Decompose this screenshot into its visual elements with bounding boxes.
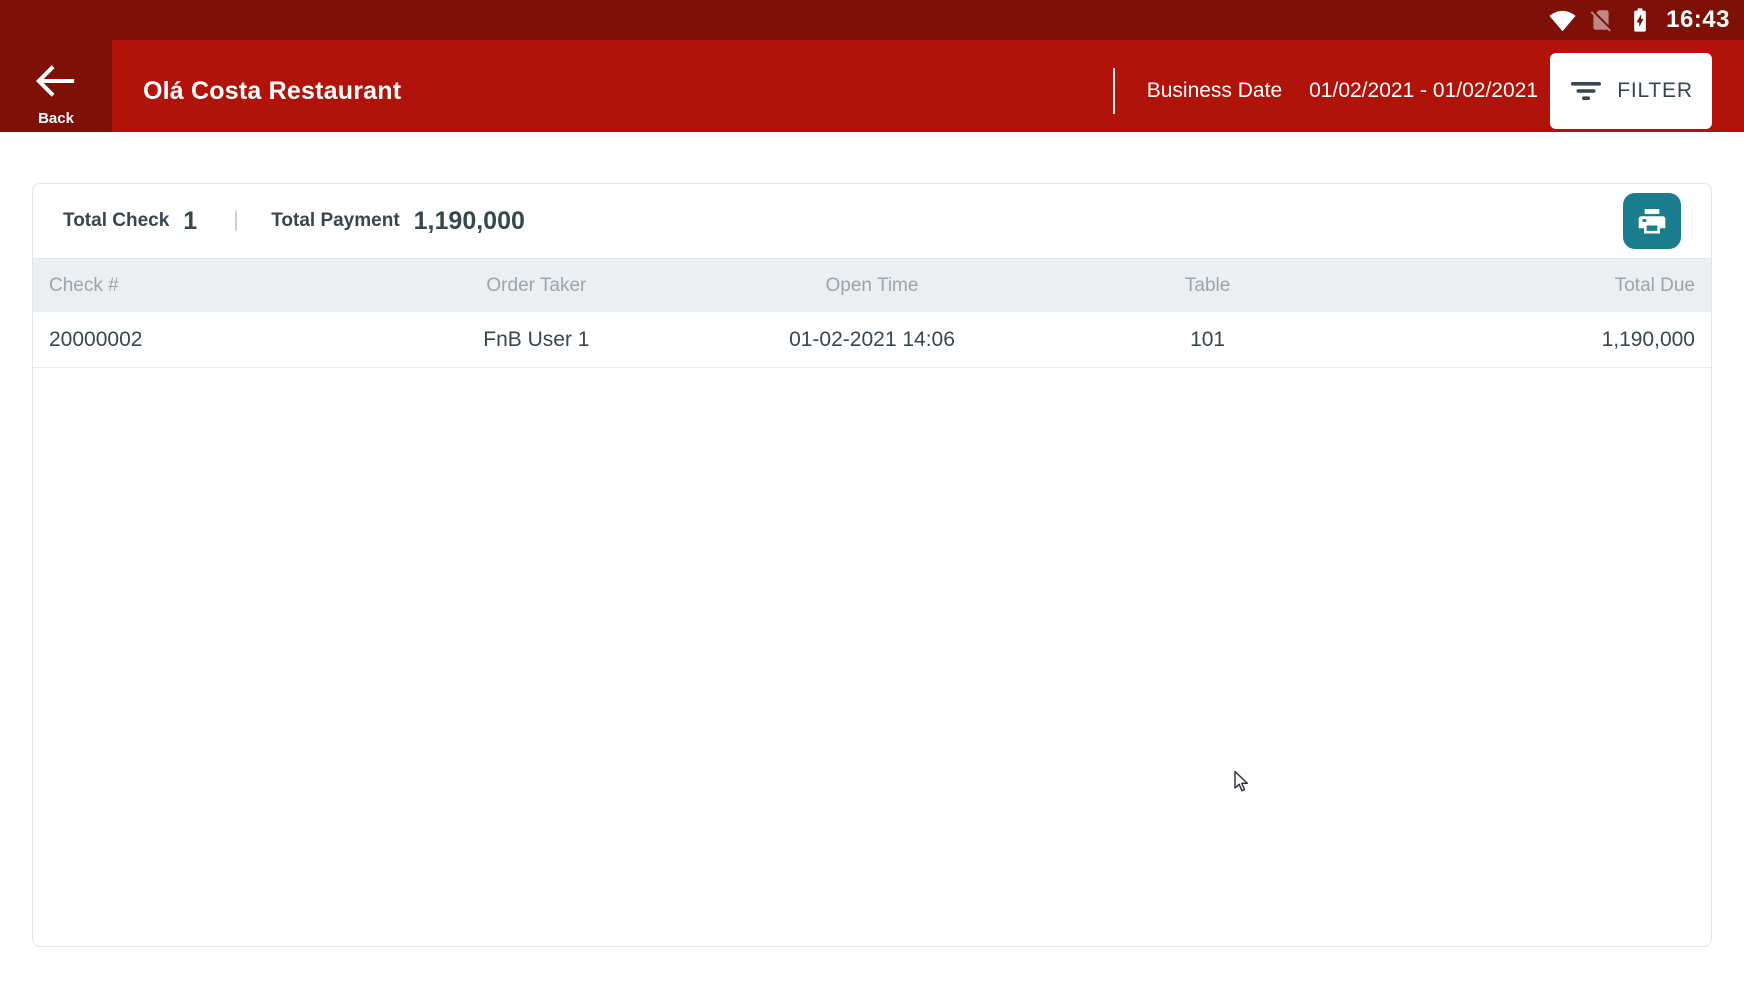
column-header-order-taker: Order Taker [486, 274, 587, 296]
summary-divider [235, 211, 238, 231]
back-button[interactable]: Back [0, 0, 112, 132]
no-sim-icon [1588, 7, 1614, 33]
printer-icon [1638, 209, 1666, 234]
cell-order-taker: FnB User 1 [483, 327, 590, 351]
column-header-open-time: Open Time [825, 274, 919, 296]
back-arrow-icon [35, 65, 75, 97]
total-check-label: Total Check [63, 210, 170, 231]
header-divider [1112, 68, 1115, 114]
summary-row: Total Check 1 Total Payment 1,190,000 [33, 184, 1711, 258]
table-header: Check # Order Taker Open Time Table Tota… [33, 258, 1711, 312]
column-header-table: Table [1184, 274, 1231, 296]
status-bar: 16:43 [0, 0, 1744, 40]
check-row[interactable]: 20000002 FnB User 1 01-02-2021 14:06 101… [33, 312, 1711, 368]
business-date-range: 01/02/2021 - 01/02/2021 [1309, 79, 1538, 102]
filter-icon [1571, 82, 1602, 100]
business-date-label: Business Date [1146, 79, 1283, 102]
print-button[interactable] [1623, 193, 1681, 249]
total-payment-value: 1,190,000 [413, 206, 525, 235]
total-payment-label: Total Payment [271, 210, 400, 231]
column-header-total-due: Total Due [1614, 274, 1695, 296]
cell-table: 101 [1190, 327, 1226, 351]
battery-charging-icon [1626, 6, 1654, 34]
column-header-check: Check # [49, 274, 119, 296]
checks-card: Total Check 1 Total Payment 1,190,000 Ch… [32, 183, 1712, 947]
total-check-value: 1 [183, 206, 198, 235]
page-title: Olá Costa Restaurant [143, 76, 402, 105]
back-button-label: Back [38, 110, 74, 127]
filter-button-label: FILTER [1617, 79, 1693, 102]
wifi-icon [1549, 9, 1576, 32]
app-bar: Olá Costa Restaurant Business Date 01/02… [112, 40, 1744, 132]
cell-open-time: 01-02-2021 14:06 [789, 327, 955, 351]
filter-button[interactable]: FILTER [1550, 53, 1712, 129]
cell-check-number: 20000002 [49, 327, 143, 351]
check-list-screen: 16:43 Back Olá Costa Restaurant Business… [0, 0, 1744, 981]
cell-total-due: 1,190,000 [1601, 327, 1695, 351]
app-bar-right-group: Business Date 01/02/2021 - 01/02/2021 FI… [1112, 53, 1744, 129]
status-bar-clock: 16:43 [1666, 6, 1730, 33]
